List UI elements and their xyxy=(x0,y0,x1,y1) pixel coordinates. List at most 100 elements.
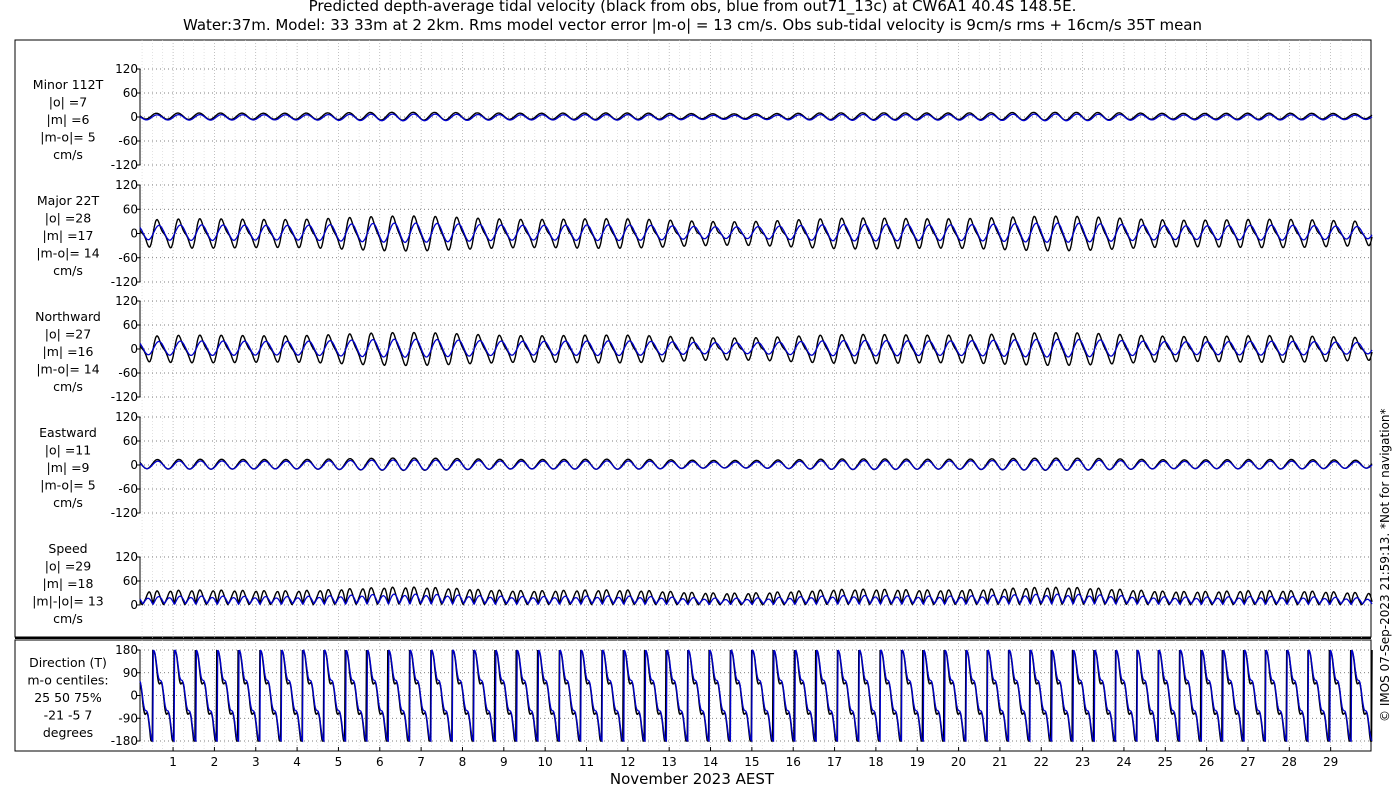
panel-label-line: |m| =17 xyxy=(43,228,94,243)
xtick-label: 24 xyxy=(1116,755,1131,769)
xtick-label: 28 xyxy=(1282,755,1297,769)
ytick-label: -120 xyxy=(111,390,138,404)
xtick-label: 11 xyxy=(579,755,594,769)
ytick-label: 0 xyxy=(130,110,138,124)
panel-label-line: Major 22T xyxy=(37,193,100,208)
panel-label-line: 25 50 75% xyxy=(34,690,102,705)
panel-label-line: cm/s xyxy=(53,495,83,510)
ytick-label: 60 xyxy=(123,434,138,448)
xtick-label: 7 xyxy=(417,755,425,769)
ytick-label: 60 xyxy=(123,574,138,588)
ytick-label: -60 xyxy=(118,134,138,148)
panel-label-line: |o| =11 xyxy=(45,443,91,458)
panel-label-line: Direction (T) xyxy=(29,655,107,670)
xtick-label: 21 xyxy=(992,755,1007,769)
panel-label-line: Speed xyxy=(48,541,87,556)
panel-label-line: |m| =18 xyxy=(43,576,94,591)
panel-3: 120 60 0 -60 -120 Eastward |o| =11 |m| =9 |m-o|=… xyxy=(39,410,1373,520)
panel-label-line: -21 -5 7 xyxy=(44,708,93,723)
xtick-label: 18 xyxy=(868,755,883,769)
xtick-label: 29 xyxy=(1323,755,1338,769)
ytick-label: 120 xyxy=(115,294,138,308)
panel-label-line: |m|-|o|= 13 xyxy=(32,594,104,609)
panel-label-line: |o| =27 xyxy=(45,327,91,342)
ytick-label: -90 xyxy=(118,711,138,725)
panel-label-line: cm/s xyxy=(53,147,83,162)
xtick-label: 23 xyxy=(1075,755,1090,769)
ytick-label: -60 xyxy=(118,482,138,496)
tidal-velocity-figure: Predicted depth-average tidal velocity (… xyxy=(0,0,1400,800)
ytick-label: -120 xyxy=(111,158,138,172)
xtick-label: 26 xyxy=(1199,755,1214,769)
xtick-label: 10 xyxy=(538,755,553,769)
panel-label-line: |o| =28 xyxy=(45,211,91,226)
copyright-note: © IMOS 07-Sep-2023 21:59:13. *Not for na… xyxy=(1378,408,1392,722)
xtick-label: 13 xyxy=(662,755,677,769)
ytick-label: 120 xyxy=(115,410,138,424)
xtick-label: 14 xyxy=(703,755,718,769)
model-series-line xyxy=(139,338,1373,358)
ytick-label: 0 xyxy=(130,598,138,612)
panel-4: 120 60 0 Speed |o| =29 |m| =18 |m|-|o|= 13 cm/s xyxy=(32,541,1373,626)
chart-canvas: 120600-60-120Minor 112T|o| =7|m| =6|m-o|… xyxy=(14,39,1373,788)
panel-label-line: |m-o|= 14 xyxy=(36,362,99,377)
xtick-label: 27 xyxy=(1240,755,1255,769)
xtick-label: 20 xyxy=(951,755,966,769)
ytick-label: 0 xyxy=(130,227,138,241)
x-axis: 1 2 3 4 5 6 7 8 9 10 11 12 13 14 15 16 17 18 19 20 21 22 23 24 2… xyxy=(169,747,1338,788)
panel-label-line: Northward xyxy=(35,309,101,324)
ytick-label: 60 xyxy=(123,86,138,100)
panel-label-line: cm/s xyxy=(53,611,83,626)
xtick-label: 12 xyxy=(620,755,635,769)
panel-label-line: |m| =16 xyxy=(43,344,94,359)
panel-label-line: |m| =9 xyxy=(47,460,90,475)
panel-label-line: |m-o|= 5 xyxy=(40,478,95,493)
panel-label-line: |m-o|= 14 xyxy=(36,246,99,261)
xtick-label: 1 xyxy=(169,755,177,769)
x-axis-label: November 2023 AEST xyxy=(610,770,775,788)
ytick-label: 60 xyxy=(123,202,138,216)
ytick-label: 120 xyxy=(115,178,138,192)
xtick-label: 9 xyxy=(500,755,508,769)
panel-1: 120 60 0 -60 -120 Major 22T |o| =28 |m| =17 |m-o… xyxy=(36,178,1373,289)
ytick-label: -60 xyxy=(118,366,138,380)
panel-label-line: m-o centiles: xyxy=(27,673,108,688)
panel-label-line: |m| =6 xyxy=(47,112,90,127)
vertical-grid xyxy=(141,40,1362,751)
xtick-label: 5 xyxy=(335,755,343,769)
ytick-label: 180 xyxy=(115,643,138,657)
xtick-label: 3 xyxy=(252,755,260,769)
xtick-label: 17 xyxy=(827,755,842,769)
ytick-label: 0 xyxy=(130,342,138,356)
xtick-label: 22 xyxy=(1034,755,1049,769)
xtick-label: 19 xyxy=(910,755,925,769)
xtick-label: 6 xyxy=(376,755,384,769)
ytick-label: -120 xyxy=(111,275,138,289)
xtick-label: 2 xyxy=(211,755,219,769)
panel-2: 120 60 0 -60 -120 Northward |o| =27 |m| =16 |m-o… xyxy=(35,294,1373,404)
panel-label-line: cm/s xyxy=(53,263,83,278)
xtick-label: 8 xyxy=(459,755,467,769)
xtick-label: 16 xyxy=(786,755,801,769)
panel-label-line: |o| =29 xyxy=(45,559,91,574)
xtick-label: 25 xyxy=(1158,755,1173,769)
ytick-label: -180 xyxy=(111,734,138,748)
panel-label-line: |o| =7 xyxy=(49,95,87,110)
ytick-label: -60 xyxy=(118,251,138,265)
ytick-label: 120 xyxy=(115,62,138,76)
xtick-label: 15 xyxy=(744,755,759,769)
ytick-label: 0 xyxy=(130,689,138,703)
panel-5: 180 90 0 -90 -180 Direction (T) m-o centiles: 2… xyxy=(27,643,1373,748)
panel-label-line: cm/s xyxy=(53,379,83,394)
panel-label-line: |m-o|= 5 xyxy=(40,130,95,145)
panel-label-line: degrees xyxy=(43,725,93,740)
ytick-label: -120 xyxy=(111,506,138,520)
ytick-label: 90 xyxy=(123,666,138,680)
panel-0: 120 60 0 -60 -120 Minor 112T |o| =7 |m| =6 |m-o|… xyxy=(33,62,1373,172)
panel-label-line: Minor 112T xyxy=(33,77,104,92)
ytick-label: 120 xyxy=(115,550,138,564)
xtick-label: 4 xyxy=(293,755,301,769)
ytick-label: 0 xyxy=(130,458,138,472)
model-series-line xyxy=(139,222,1373,243)
panel-label-line: Eastward xyxy=(39,425,97,440)
